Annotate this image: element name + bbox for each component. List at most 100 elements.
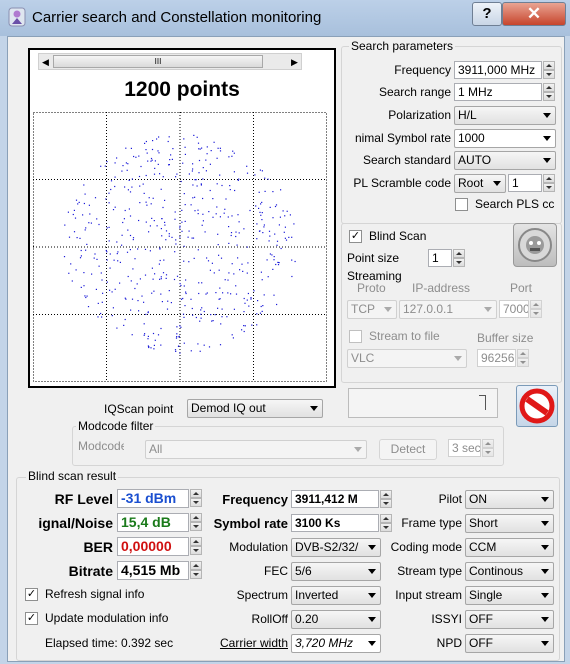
buffer-size-spinner[interactable] xyxy=(517,349,529,367)
constellation-point xyxy=(130,309,132,311)
search-range-input[interactable]: 1 MHz xyxy=(454,83,542,101)
buffer-size-input[interactable]: 96256 xyxy=(477,349,516,367)
help-button[interactable]: ? xyxy=(472,2,502,26)
snr-spinner[interactable] xyxy=(190,513,202,531)
constellation-point xyxy=(73,231,76,233)
constellation-point xyxy=(160,327,162,330)
snr-value[interactable]: 15,4 dB xyxy=(117,513,189,532)
coding-mode-select[interactable]: CCM xyxy=(465,538,554,557)
constellation-point xyxy=(246,246,248,248)
ber-spinner[interactable] xyxy=(190,537,202,555)
constellation-point xyxy=(238,221,240,223)
constellation-point xyxy=(243,297,245,300)
window-title: Carrier search and Constellation monitor… xyxy=(32,9,322,26)
blind-scan-checkbox[interactable]: ✓ xyxy=(349,230,362,243)
frequency-input[interactable]: 3911,000 MHz xyxy=(454,61,542,79)
iqscan-select[interactable]: Demod IQ out xyxy=(187,399,323,418)
constellation-point xyxy=(201,147,203,149)
ip-address-select[interactable]: 127.0.0.1 xyxy=(399,300,497,319)
rf-level-spinner[interactable] xyxy=(190,489,202,507)
constellation-point xyxy=(109,267,111,269)
scroll-right-arrow[interactable]: ▶ xyxy=(291,57,298,68)
constellation-point xyxy=(106,259,108,261)
point-size-input[interactable]: 1 xyxy=(428,249,452,267)
stream-to-file-checkbox[interactable] xyxy=(349,330,362,343)
frequency-spinner[interactable] xyxy=(543,61,555,79)
constellation-point xyxy=(164,199,166,201)
constellation-point xyxy=(248,305,250,307)
constellation-point xyxy=(167,300,169,302)
horizontal-scrollbar[interactable]: ◀ III ▶ xyxy=(38,53,302,70)
carrier-width-select[interactable]: 3,720 MHz xyxy=(291,634,381,653)
bitrate-spinner[interactable] xyxy=(190,561,202,579)
port-spinner[interactable] xyxy=(530,300,542,318)
stream-type-select[interactable]: Continous xyxy=(465,562,554,581)
constellation-point xyxy=(232,150,234,152)
symbol-rate-select[interactable]: 1000 xyxy=(454,129,556,148)
pl-scramble-spinner[interactable] xyxy=(543,174,555,192)
polarization-select[interactable]: H/L xyxy=(454,106,556,125)
modcode-time-input[interactable]: 3 sec xyxy=(448,439,481,457)
scroll-thumb[interactable]: III xyxy=(53,55,263,68)
frame-type-select[interactable]: Short xyxy=(465,514,554,533)
search-pls-checkbox[interactable] xyxy=(455,198,468,211)
constellation-point xyxy=(112,209,115,211)
constellation-point xyxy=(191,237,193,239)
constellation-point xyxy=(127,163,129,165)
modcode-time-spinner[interactable] xyxy=(482,439,494,457)
constellation-point xyxy=(101,316,103,318)
constellation-point xyxy=(111,291,113,293)
result-frequency-value[interactable]: 3911,412 M xyxy=(291,490,379,508)
scroll-left-arrow[interactable]: ◀ xyxy=(42,57,49,68)
constellation-point xyxy=(202,213,204,215)
player-select[interactable]: VLC xyxy=(347,349,467,368)
fec-select[interactable]: 5/6 xyxy=(291,562,381,581)
port-input[interactable]: 7000 xyxy=(499,300,529,318)
detect-button[interactable]: Detect xyxy=(379,439,437,460)
modulation-select[interactable]: DVB-S2/32/ xyxy=(291,538,381,557)
proto-select[interactable]: TCP xyxy=(347,300,397,319)
search-standard-select[interactable]: AUTO xyxy=(454,151,556,170)
search-range-spinner[interactable] xyxy=(543,83,555,101)
pilot-select[interactable]: ON xyxy=(465,490,554,509)
pl-scramble-input[interactable]: 1 xyxy=(508,174,542,192)
constellation-point xyxy=(161,301,163,303)
constellation-point xyxy=(260,305,262,308)
result-symbol-rate-value[interactable]: 3100 Ks xyxy=(291,514,379,532)
constellation-point xyxy=(122,221,124,224)
update-modulation-checkbox[interactable]: ✓ xyxy=(25,612,38,625)
constellation-point xyxy=(101,301,103,303)
constellation-point xyxy=(213,272,215,274)
npd-select[interactable]: OFF xyxy=(465,634,554,653)
pl-scramble-mode-select[interactable]: Root xyxy=(454,174,506,193)
stream-to-file-label: Stream to file xyxy=(369,329,440,343)
refresh-signal-checkbox[interactable]: ✓ xyxy=(25,588,38,601)
constellation-point xyxy=(176,336,178,338)
close-button[interactable]: ✕ xyxy=(502,2,566,26)
modcode-select[interactable]: All xyxy=(145,440,367,459)
blind-scan-run-button[interactable] xyxy=(513,223,557,267)
spectrum-select[interactable]: Inverted xyxy=(291,586,381,605)
stop-button[interactable] xyxy=(516,385,558,427)
bitrate-value[interactable]: 4,515 Mb xyxy=(117,561,189,580)
constellation-point xyxy=(138,310,140,312)
constellation-point xyxy=(269,206,271,208)
constellation-point xyxy=(184,153,186,155)
title-bar[interactable]: Carrier search and Constellation monitor… xyxy=(0,0,570,36)
input-stream-select[interactable]: Single xyxy=(465,586,554,605)
constellation-point xyxy=(191,307,193,310)
point-size-spinner[interactable] xyxy=(453,249,465,267)
constellation-point xyxy=(230,293,232,295)
proto-value: TCP xyxy=(351,302,375,316)
issyi-select[interactable]: OFF xyxy=(465,610,554,629)
constellation-point xyxy=(131,186,133,188)
constellation-point xyxy=(119,282,121,284)
constellation-point xyxy=(243,311,245,313)
rolloff-select[interactable]: 0.20 xyxy=(291,610,381,629)
constellation-point xyxy=(151,292,153,294)
rf-level-value[interactable]: -31 dBm xyxy=(117,489,189,508)
constellation-point xyxy=(192,237,195,239)
ber-value[interactable]: 0,00000 xyxy=(117,537,189,556)
constellation-point xyxy=(219,147,221,149)
constellation-point xyxy=(216,183,218,185)
